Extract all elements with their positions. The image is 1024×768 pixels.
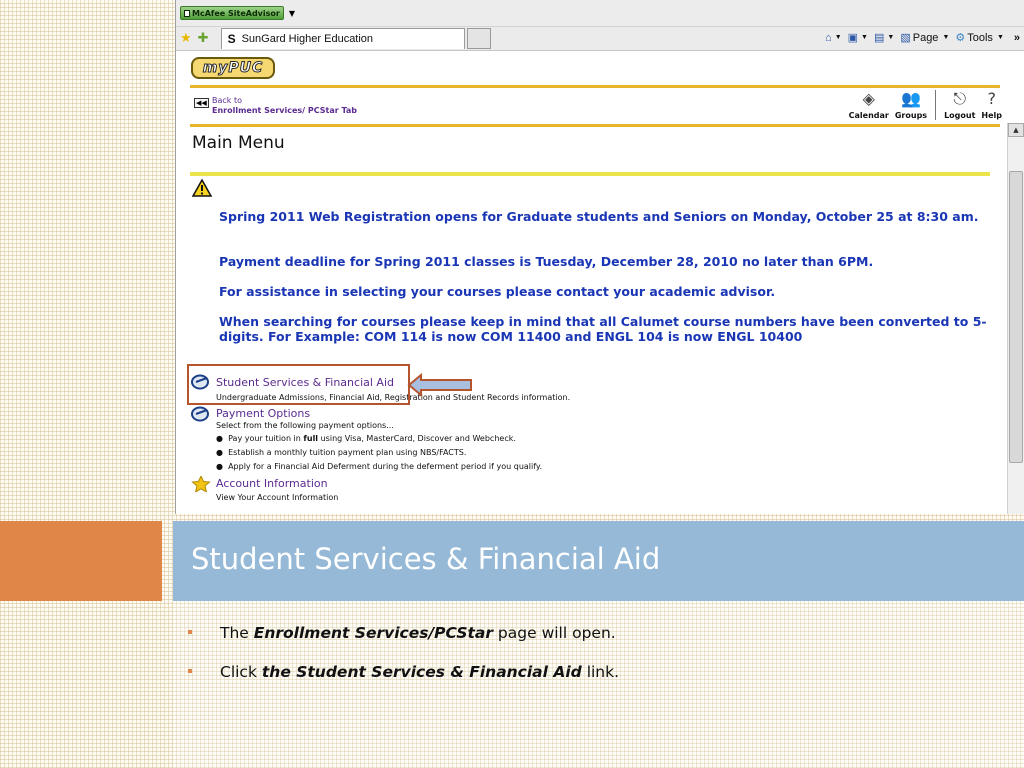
sungard-s-icon: S [227, 32, 236, 46]
tools-dropdown[interactable]: ▼ [997, 34, 1004, 41]
payment-bullet-1: ● Pay your tuition in full using Visa, M… [216, 434, 516, 443]
account-star-icon [191, 476, 211, 492]
feeds-dropdown[interactable]: ▼ [861, 34, 868, 41]
mcafee-siteadvisor-button[interactable]: McAfee SiteAdvisor [180, 6, 284, 20]
page-content: myPUC ◀◀ Back to Enrollment Services/ PC… [176, 51, 1024, 514]
command-bar: ⌂ ▼ ▣ ▼ ▤ ▼ ▧ Page ▼ ⚙ Tools ▼ » [823, 31, 1020, 45]
print-icon[interactable]: ▤ [874, 31, 884, 44]
feeds-icon[interactable]: ▣ [848, 31, 858, 44]
home-dropdown[interactable]: ▼ [835, 34, 842, 41]
groups-icon: 👥 [901, 89, 921, 108]
bullet-marker [188, 630, 192, 634]
pointer-arrow [407, 373, 472, 397]
gold-divider [190, 124, 1000, 127]
gold-divider [190, 85, 1000, 88]
print-dropdown[interactable]: ▼ [887, 34, 894, 41]
back-link-label[interactable]: Back to [212, 96, 242, 105]
account-information-link[interactable]: Account Information [216, 477, 328, 490]
notice-payment-deadline: Payment deadline for Spring 2011 classes… [219, 254, 874, 269]
back-arrow-icon[interactable]: ◀◀ [194, 98, 209, 108]
tools-menu[interactable]: Tools [967, 32, 993, 44]
nav-calendar[interactable]: ◈ Calendar [849, 89, 889, 120]
page-title: Main Menu [192, 133, 285, 153]
accent-band-orange [0, 521, 162, 601]
calendar-icon: ◈ [862, 89, 875, 108]
nav-help[interactable]: ? Help [981, 89, 1002, 120]
scroll-thumb[interactable] [1009, 171, 1023, 463]
chevron-down-icon[interactable]: ▼ [289, 9, 295, 18]
back-link-target[interactable]: Enrollment Services/ PCStar Tab [212, 106, 357, 115]
extension-toolbar: McAfee SiteAdvisor ▼ [176, 0, 1024, 27]
new-tab-button[interactable] [466, 28, 491, 49]
notice-course-numbers: When searching for courses please keep i… [219, 314, 987, 344]
scroll-up-button[interactable]: ▲ [1008, 123, 1024, 137]
mypuc-logo: myPUC [191, 57, 275, 79]
slide-title: Student Services & Financial Aid [191, 542, 661, 576]
favorites-bar: ★ ✚ S SunGard Higher Education ⌂ ▼ ▣ ▼ ▤ ▼ … [176, 27, 1024, 51]
page-icon: ▧ [900, 32, 911, 44]
page-menu[interactable]: Page [913, 32, 939, 44]
more-commands-button[interactable]: » [1014, 32, 1020, 44]
browser-screenshot: McAfee SiteAdvisor ▼ ★ ✚ S SunGard Highe… [175, 0, 1024, 514]
page-dropdown[interactable]: ▼ [942, 34, 949, 41]
payment-options-icon [191, 406, 209, 422]
payment-bullet-2: ● Establish a monthly tuition payment pl… [216, 448, 467, 457]
vertical-scrollbar[interactable]: ▲ [1007, 123, 1024, 514]
bullet-marker [188, 669, 192, 673]
logout-icon: ⎋ [953, 89, 967, 108]
nav-separator [935, 90, 937, 120]
lock-icon [184, 9, 190, 17]
notice-registration: Spring 2011 Web Registration opens for G… [219, 209, 979, 224]
gear-icon: ⚙ [955, 32, 966, 44]
slide-bullet-1: The Enrollment Services/PCStar page will… [188, 624, 616, 642]
help-icon: ? [987, 89, 996, 108]
account-information-description: View Your Account Information [216, 493, 339, 502]
notice-advisor: For assistance in selecting your courses… [219, 284, 776, 299]
payment-options-link[interactable]: Payment Options [216, 407, 310, 420]
highlight-box [187, 364, 410, 405]
header-nav: ◈ Calendar 👥 Groups ⎋ Logout ? Help [843, 89, 1002, 120]
slide-bullet-2: Click the Student Services & Financial A… [188, 663, 619, 681]
nav-groups[interactable]: 👥 Groups [895, 89, 927, 120]
browser-tab-active[interactable]: S SunGard Higher Education [220, 28, 465, 49]
home-icon[interactable]: ⌂ [825, 32, 832, 44]
yellow-divider [190, 172, 990, 176]
warning-icon [192, 179, 212, 197]
add-favorite-icon[interactable]: ✚ [198, 31, 209, 46]
favorites-star-icon[interactable]: ★ [180, 31, 192, 46]
nav-logout[interactable]: ⎋ Logout [944, 89, 975, 120]
payment-options-description: Select from the following payment option… [216, 421, 394, 430]
tab-title: SunGard Higher Education [241, 33, 374, 45]
payment-bullet-3: ● Apply for a Financial Aid Deferment du… [216, 462, 543, 471]
